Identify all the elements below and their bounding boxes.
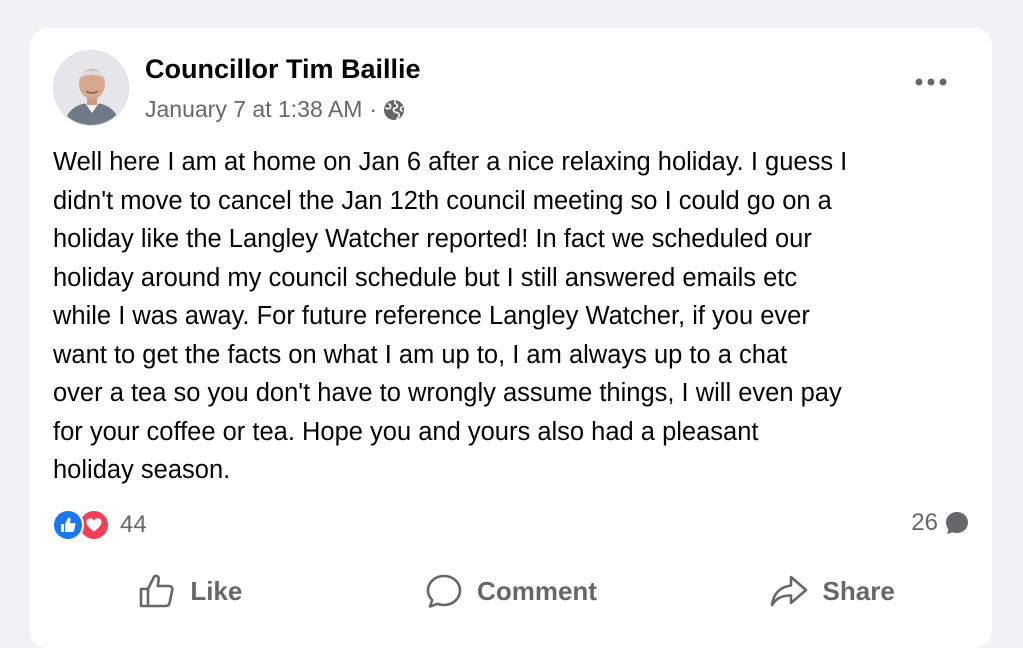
- post-header: Councillor Tim Baillie January 7 at 1:38…: [53, 50, 972, 130]
- globe-icon[interactable]: [383, 99, 405, 121]
- comment-label: Comment: [477, 575, 597, 606]
- comment-count: 26: [911, 509, 938, 536]
- comment-icon: [425, 573, 463, 609]
- share-button[interactable]: Share: [671, 563, 992, 619]
- author-name[interactable]: Councillor Tim Baillie: [145, 54, 421, 85]
- post-stats: 44 26: [52, 505, 972, 549]
- like-reaction-icon: [52, 509, 84, 541]
- post-card: Councillor Tim Baillie January 7 at 1:38…: [30, 28, 992, 648]
- like-button[interactable]: Like: [30, 563, 351, 619]
- share-label: Share: [822, 575, 895, 606]
- reaction-count: 44: [120, 511, 147, 538]
- avatar[interactable]: [53, 50, 129, 126]
- like-label: Like: [190, 575, 243, 606]
- comment-button[interactable]: Comment: [351, 563, 672, 619]
- post-timestamp[interactable]: January 7 at 1:38 AM: [145, 96, 362, 123]
- post-text: Well here I am at home on Jan 6 after a …: [53, 148, 848, 484]
- comment-bubble-icon: [944, 510, 970, 536]
- reactions-summary[interactable]: 44: [52, 509, 147, 541]
- more-options-icon[interactable]: [908, 62, 954, 102]
- post-actions: Like Comment Share: [30, 563, 992, 619]
- profile-photo: [54, 51, 128, 125]
- thumbs-up-icon: [138, 573, 176, 609]
- meta-separator: ·: [369, 96, 378, 122]
- comments-summary[interactable]: 26: [911, 509, 970, 537]
- post-meta: January 7 at 1:38 AM ·: [145, 96, 405, 123]
- share-icon: [769, 573, 809, 609]
